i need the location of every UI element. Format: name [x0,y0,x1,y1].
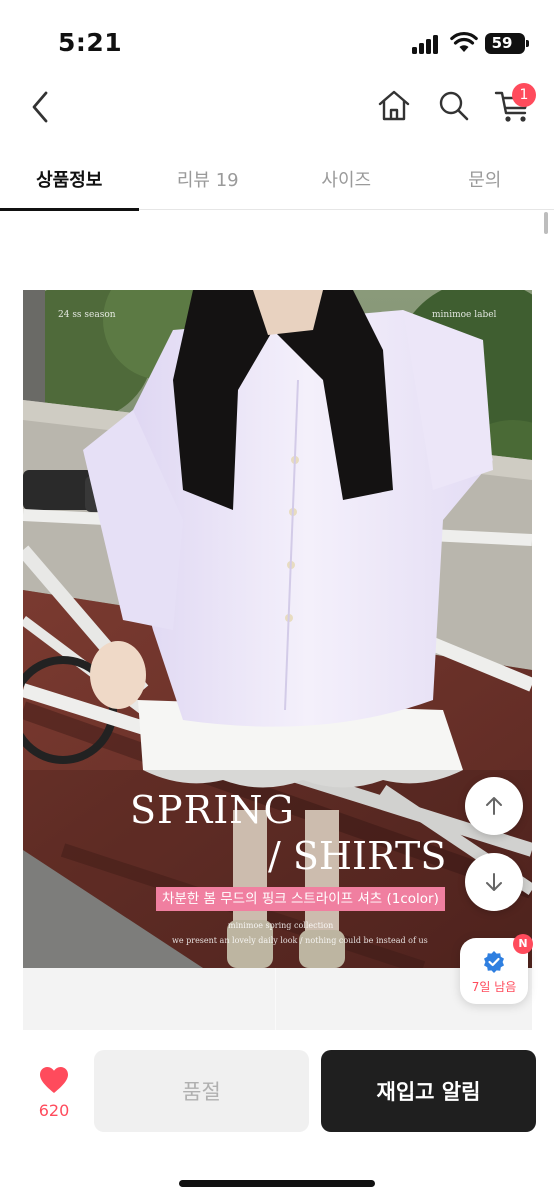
home-icon [378,90,410,121]
tab-product-info[interactable]: 상품정보 [0,148,139,211]
image-bottom-strip [23,968,532,1030]
back-icon [32,91,48,123]
overlay-brand-text: minimoe label [432,310,497,320]
search-button[interactable] [434,86,474,126]
status-time: 5:21 [58,28,123,57]
scrollbar[interactable] [544,212,548,234]
like-count: 620 [38,1101,70,1120]
new-badge: N [513,934,533,954]
back-button[interactable] [22,84,62,130]
overlay-title-shirts: / SHIRTS [268,834,447,878]
restock-alert-button[interactable]: 재입고 알림 [321,1050,536,1132]
verified-badge-icon [484,951,504,973]
home-button[interactable] [374,86,414,126]
overlay-season-text: 24 ss season [58,310,116,320]
status-bar: 5:21 59 [0,0,554,80]
soldout-button: 품절 [94,1050,309,1132]
arrow-down-icon [486,873,502,891]
tab-inquiry[interactable]: 문의 [416,148,554,210]
overlay-tagline-text: we present an lovely daily look / nothin… [172,936,428,945]
scroll-up-button[interactable] [465,777,523,835]
overlay-collection-text: minimoe spring collection [228,921,334,930]
heart-icon [40,1067,68,1093]
cellular-signal-icon [412,34,442,54]
product-tabs: 상품정보 리뷰 19 사이즈 문의 [0,148,554,211]
home-indicator[interactable] [179,1180,375,1187]
search-icon [439,91,469,121]
tab-size[interactable]: 사이즈 [277,148,416,210]
days-left-text: 7일 남음 [471,980,517,994]
battery-icon: 59 [485,33,529,54]
battery-level: 59 [491,34,513,52]
tab-reviews[interactable]: 리뷰 19 [139,148,278,210]
overlay-title-spring: SPRING [130,788,295,832]
wifi-icon [450,31,478,52]
product-caption: 차분한 봄 무드의 핑크 스트라이프 셔츠 (1color) [156,887,445,911]
scroll-down-button[interactable] [465,853,523,911]
arrow-up-icon [486,797,502,815]
cart-count-badge: 1 [512,83,536,107]
